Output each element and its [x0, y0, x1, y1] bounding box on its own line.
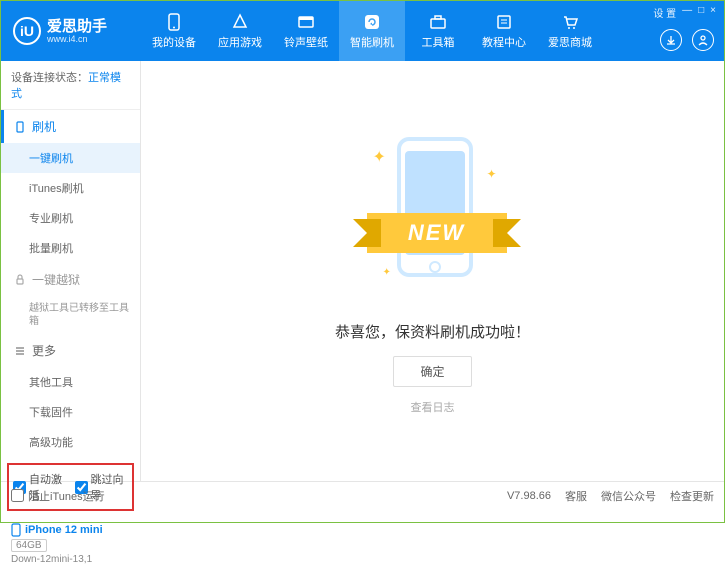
nav-label: 工具箱: [422, 34, 455, 50]
nav-store[interactable]: 爱思商城: [537, 1, 603, 61]
lock-icon: [14, 274, 26, 286]
top-nav: 我的设备 应用游戏 铃声壁纸 智能刷机 工具箱 教程中心 爱思商城: [141, 1, 724, 61]
view-log-link[interactable]: 查看日志: [411, 399, 455, 415]
device-name[interactable]: iPhone 12 mini: [11, 523, 130, 537]
book-icon: [495, 13, 513, 31]
nav-apps[interactable]: 应用游戏: [207, 1, 273, 61]
device-info: iPhone 12 mini 64GB Down-12mini-13,1: [1, 517, 140, 571]
app-url: www.i4.cn: [47, 34, 107, 44]
nav-label: 教程中心: [482, 34, 526, 50]
download-button[interactable]: [660, 29, 682, 51]
sparkle-icon: ✦: [373, 147, 386, 167]
section-flash: 刷机 一键刷机 iTunes刷机 专业刷机 批量刷机: [1, 110, 140, 263]
user-button[interactable]: [692, 29, 714, 51]
connection-status: 设备连接状态：正常模式: [1, 61, 140, 110]
block-itunes-label: 阻止iTunes运行: [28, 488, 105, 504]
logo-icon: iU: [13, 17, 41, 45]
nav-label: 应用游戏: [218, 34, 262, 50]
sparkle-icon: ✦: [486, 167, 496, 181]
nav-ringtones[interactable]: 铃声壁纸: [273, 1, 339, 61]
customer-service-link[interactable]: 客服: [565, 488, 587, 504]
nav-my-device[interactable]: 我的设备: [141, 1, 207, 61]
section-more: 更多 其他工具 下载固件 高级功能: [1, 334, 140, 457]
footer-left: 阻止iTunes运行: [11, 488, 105, 504]
section-flash-header[interactable]: 刷机: [1, 110, 140, 143]
success-illustration: ✦ ✦ ✦ NEW: [373, 127, 493, 307]
device-name-text: iPhone 12 mini: [25, 524, 103, 536]
sidebar-item-download-firmware[interactable]: 下载固件: [1, 397, 140, 427]
nav-toolbox[interactable]: 工具箱: [405, 1, 471, 61]
section-more-header[interactable]: 更多: [1, 334, 140, 367]
logo-area: iU 爱思助手 www.i4.cn: [1, 17, 141, 45]
phone-icon: [14, 121, 26, 133]
sidebar-item-batch-flash[interactable]: 批量刷机: [1, 233, 140, 263]
nav-label: 爱思商城: [548, 34, 592, 50]
close-button[interactable]: ×: [710, 5, 716, 20]
sidebar-item-other-tools[interactable]: 其他工具: [1, 367, 140, 397]
maximize-button[interactable]: □: [698, 5, 704, 20]
phone-icon: [165, 13, 183, 31]
sidebar-item-advanced[interactable]: 高级功能: [1, 427, 140, 457]
status-label: 设备连接状态：: [11, 72, 88, 84]
block-itunes-checkbox[interactable]: [11, 489, 24, 502]
wechat-link[interactable]: 微信公众号: [601, 488, 656, 504]
list-icon: [14, 345, 26, 357]
phone-home-button: [429, 261, 441, 273]
sidebar: 设备连接状态：正常模式 刷机 一键刷机 iTunes刷机 专业刷机 批量刷机 一…: [1, 61, 141, 481]
nav-label: 铃声壁纸: [284, 34, 328, 50]
device-model: Down-12mini-13,1: [11, 554, 130, 565]
main-content: ✦ ✦ ✦ NEW 恭喜您，保资料刷机成功啦！ 确定 查看日志: [141, 61, 724, 481]
app-name: 爱思助手: [47, 19, 107, 34]
ok-button[interactable]: 确定: [393, 356, 471, 387]
section-title: 刷机: [32, 118, 56, 135]
minimize-button[interactable]: —: [682, 5, 692, 20]
nav-tutorials[interactable]: 教程中心: [471, 1, 537, 61]
check-update-link[interactable]: 检查更新: [670, 488, 714, 504]
sparkle-icon: ✦: [383, 267, 391, 278]
new-ribbon: NEW: [367, 213, 507, 253]
window-controls: 设 置 — □ ×: [653, 5, 716, 20]
sidebar-item-pro-flash[interactable]: 专业刷机: [1, 203, 140, 233]
body: 设备连接状态：正常模式 刷机 一键刷机 iTunes刷机 专业刷机 批量刷机 一…: [1, 61, 724, 481]
jailbreak-note: 越狱工具已转移至工具箱: [1, 296, 140, 334]
section-title: 一键越狱: [32, 271, 80, 288]
phone-icon: [11, 523, 21, 537]
music-icon: [297, 13, 315, 31]
device-capacity: 64GB: [11, 539, 47, 552]
sidebar-item-itunes-flash[interactable]: iTunes刷机: [1, 173, 140, 203]
cart-icon: [561, 13, 579, 31]
section-title: 更多: [32, 342, 56, 359]
refresh-icon: [363, 13, 381, 31]
success-message: 恭喜您，保资料刷机成功啦！: [335, 321, 530, 342]
settings-button[interactable]: 设 置: [653, 5, 676, 20]
section-jailbreak-header: 一键越狱: [1, 263, 140, 296]
sidebar-item-oneclick-flash[interactable]: 一键刷机: [1, 143, 140, 173]
apps-icon: [231, 13, 249, 31]
nav-label: 智能刷机: [350, 34, 394, 50]
header-right: [660, 29, 714, 51]
nav-smart-flash[interactable]: 智能刷机: [339, 1, 405, 61]
nav-label: 我的设备: [152, 34, 196, 50]
section-jailbreak: 一键越狱 越狱工具已转移至工具箱: [1, 263, 140, 334]
version-label: V7.98.66: [507, 490, 551, 502]
footer-right: V7.98.66 客服 微信公众号 检查更新: [507, 488, 714, 504]
app-header: iU 爱思助手 www.i4.cn 我的设备 应用游戏 铃声壁纸 智能刷机 工具…: [1, 1, 724, 61]
toolbox-icon: [429, 13, 447, 31]
